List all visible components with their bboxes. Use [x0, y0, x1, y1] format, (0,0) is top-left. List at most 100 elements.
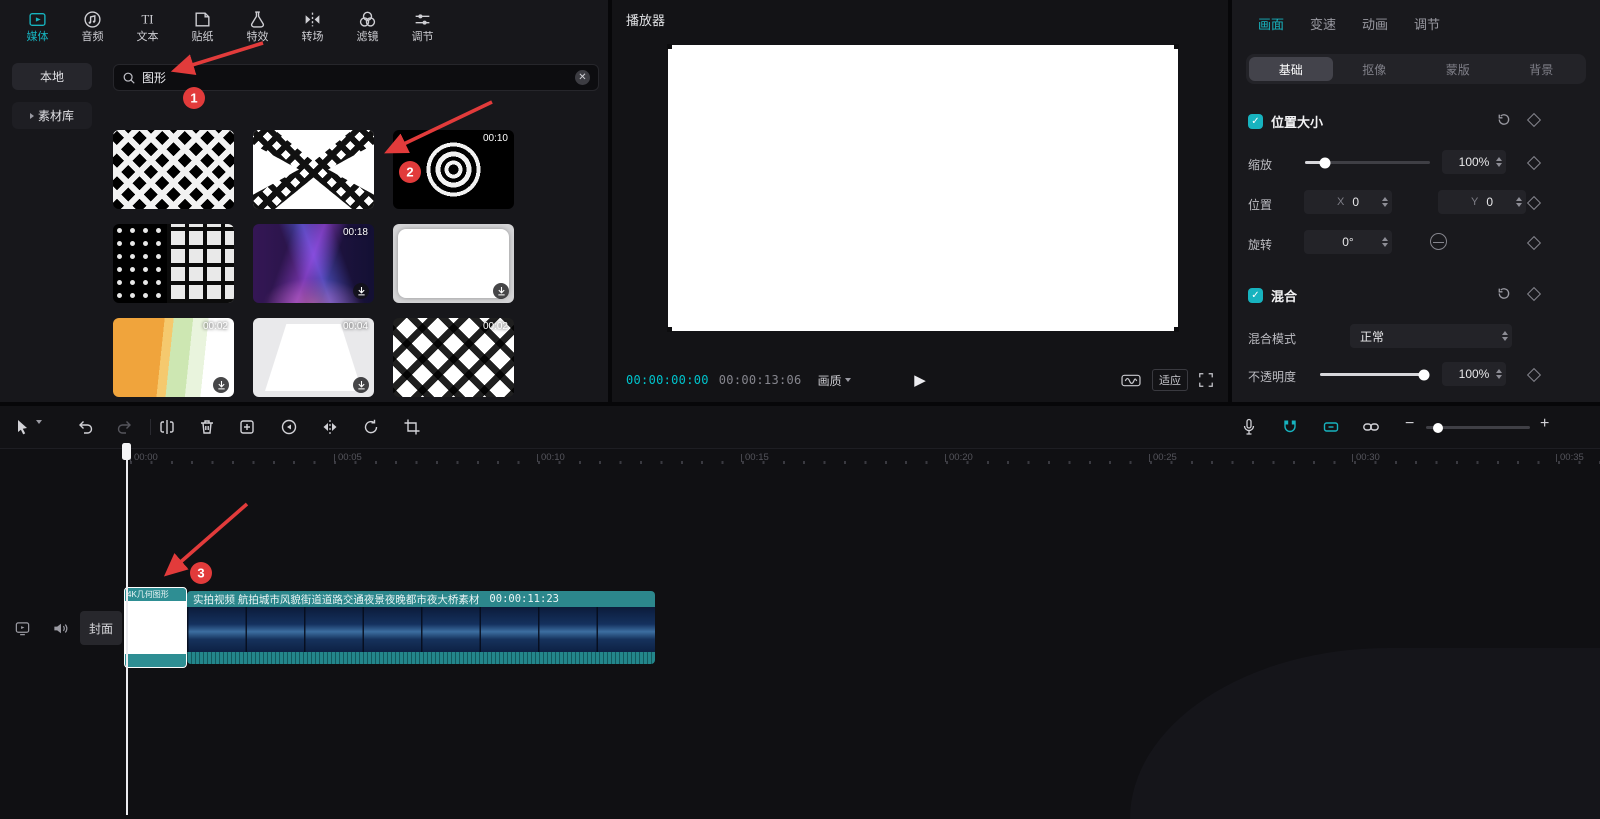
- media-item-plaid-pattern[interactable]: 00:02: [393, 318, 514, 397]
- quality-dropdown[interactable]: 画质: [818, 372, 851, 389]
- scale-value[interactable]: 100%: [1442, 150, 1506, 174]
- nav-item-effects[interactable]: 特效: [230, 4, 285, 48]
- reset-icon[interactable]: [1496, 112, 1511, 127]
- blend-mode-select[interactable]: 正常: [1350, 324, 1512, 348]
- select-tool-icon[interactable]: [14, 418, 32, 436]
- download-icon[interactable]: [353, 377, 369, 393]
- nav-item-sticker[interactable]: 贴纸: [175, 4, 230, 48]
- main-track-magnet-icon[interactable]: [1281, 418, 1299, 436]
- scale-slider-thumb[interactable]: [1320, 157, 1331, 168]
- media-item-dot-grid[interactable]: [113, 224, 234, 303]
- download-icon[interactable]: [493, 283, 509, 299]
- stepper[interactable]: [1502, 324, 1508, 348]
- media-item-stage-lights[interactable]: 00:18: [253, 224, 374, 303]
- timeline-clip-geometry[interactable]: 4K几何图形: [124, 587, 187, 668]
- player-title: 播放器: [626, 10, 665, 29]
- media-item-white-trapezoid[interactable]: 00:04: [253, 318, 374, 397]
- stepper[interactable]: [1382, 190, 1388, 214]
- stepper[interactable]: [1496, 150, 1502, 174]
- clear-search-icon[interactable]: ✕: [575, 70, 590, 85]
- tab-speed[interactable]: 变速: [1310, 14, 1336, 33]
- select-tool-caret-icon[interactable]: [36, 424, 42, 442]
- playhead[interactable]: [126, 443, 128, 815]
- resize-handle[interactable]: [667, 44, 672, 49]
- rotation-dial[interactable]: [1430, 233, 1447, 250]
- position-y-field[interactable]: Y 0: [1438, 190, 1526, 214]
- playhead-handle[interactable]: [122, 443, 131, 460]
- opacity-value[interactable]: 100%: [1442, 362, 1506, 386]
- resize-handle[interactable]: [1174, 327, 1179, 332]
- keyframe-icon[interactable]: [1527, 236, 1541, 250]
- zoom-out-icon[interactable]: −: [1405, 415, 1414, 433]
- fit-button[interactable]: 适应: [1152, 369, 1188, 391]
- sidebar-item-local[interactable]: 本地: [12, 63, 92, 90]
- download-icon[interactable]: [353, 283, 369, 299]
- tab-animation[interactable]: 动画: [1362, 14, 1388, 33]
- rotation-field[interactable]: 0°: [1304, 230, 1392, 254]
- position-size-checkbox[interactable]: ✓: [1248, 114, 1263, 129]
- subtab-mask[interactable]: 蒙版: [1416, 57, 1500, 81]
- mute-track-icon[interactable]: [52, 620, 69, 637]
- resize-handle[interactable]: [1174, 44, 1179, 49]
- track-monitor-icon[interactable]: [14, 620, 31, 637]
- freeze-frame-icon[interactable]: [238, 418, 256, 436]
- reset-icon[interactable]: [1496, 286, 1511, 301]
- mirror-icon[interactable]: [321, 418, 339, 436]
- linkage-icon[interactable]: [1362, 418, 1380, 436]
- zoom-slider-thumb[interactable]: [1433, 423, 1443, 433]
- stepper[interactable]: [1382, 230, 1388, 254]
- media-item-concentric-circles[interactable]: 00:10: [393, 130, 514, 209]
- nav-item-audio[interactable]: 音频: [65, 4, 120, 48]
- duration-badge: 00:18: [343, 227, 368, 238]
- scale-slider[interactable]: [1305, 161, 1430, 164]
- timeline-clip-video[interactable]: 实拍视频 航拍城市风貌街道道路交通夜景夜晚都市夜大桥素材 00:00:11:23: [187, 591, 655, 664]
- subtab-background[interactable]: 背景: [1500, 57, 1584, 81]
- redo-icon[interactable]: [116, 418, 134, 436]
- timeline-ruler[interactable]: 00:00 00:05 00:10 00:15 00:20 00:25 00:3…: [0, 449, 1600, 469]
- blend-checkbox[interactable]: ✓: [1248, 288, 1263, 303]
- subtab-keying[interactable]: 抠像: [1333, 57, 1417, 81]
- record-voice-icon[interactable]: [1240, 418, 1258, 436]
- tab-picture[interactable]: 画面: [1258, 14, 1284, 33]
- opacity-slider[interactable]: [1320, 373, 1428, 376]
- tab-adjust[interactable]: 调节: [1414, 14, 1440, 33]
- zoom-in-icon[interactable]: +: [1540, 415, 1549, 433]
- preview-canvas[interactable]: [668, 45, 1178, 331]
- subtab-basic[interactable]: 基础: [1249, 57, 1333, 81]
- sidebar-item-library[interactable]: 素材库: [12, 102, 92, 129]
- position-x-field[interactable]: X 0: [1304, 190, 1392, 214]
- play-button[interactable]: ▶: [914, 371, 926, 389]
- render-preview-icon[interactable]: [1120, 372, 1142, 389]
- resize-handle[interactable]: [667, 327, 672, 332]
- cover-button[interactable]: 封面: [80, 611, 122, 645]
- delete-icon[interactable]: [198, 418, 216, 436]
- search-input[interactable]: 图形 ✕: [113, 64, 599, 91]
- auto-snap-icon[interactable]: [1322, 418, 1340, 436]
- nav-item-media[interactable]: 媒体: [10, 4, 65, 48]
- undo-icon[interactable]: [76, 418, 94, 436]
- keyframe-icon[interactable]: [1527, 113, 1541, 127]
- nav-item-filter[interactable]: 滤镜: [340, 4, 395, 48]
- nav-item-adjust[interactable]: 调节: [395, 4, 450, 48]
- keyframe-icon[interactable]: [1527, 156, 1541, 170]
- nav-item-transition[interactable]: 转场: [285, 4, 340, 48]
- opacity-slider-thumb[interactable]: [1418, 369, 1429, 380]
- media-item-color-blocks[interactable]: 00:02: [113, 318, 234, 397]
- stepper[interactable]: [1496, 362, 1502, 386]
- scale-label: 缩放: [1248, 156, 1272, 173]
- nav-item-text[interactable]: TI 文本: [120, 4, 175, 48]
- timeline-zoom-slider[interactable]: [1426, 426, 1530, 429]
- media-item-white-rounded-rect[interactable]: [393, 224, 514, 303]
- fullscreen-icon[interactable]: [1198, 372, 1214, 388]
- stepper[interactable]: [1516, 190, 1522, 214]
- keyframe-icon[interactable]: [1527, 287, 1541, 301]
- media-item-diagonal-lattice[interactable]: [113, 130, 234, 209]
- download-icon[interactable]: [213, 377, 229, 393]
- keyframe-icon[interactable]: [1527, 368, 1541, 382]
- keyframe-icon[interactable]: [1527, 196, 1541, 210]
- reverse-icon[interactable]: [280, 418, 298, 436]
- crop-icon[interactable]: [403, 418, 421, 436]
- rotate-icon[interactable]: [362, 418, 380, 436]
- split-icon[interactable]: [158, 418, 176, 436]
- media-item-x-lattice[interactable]: [253, 130, 374, 209]
